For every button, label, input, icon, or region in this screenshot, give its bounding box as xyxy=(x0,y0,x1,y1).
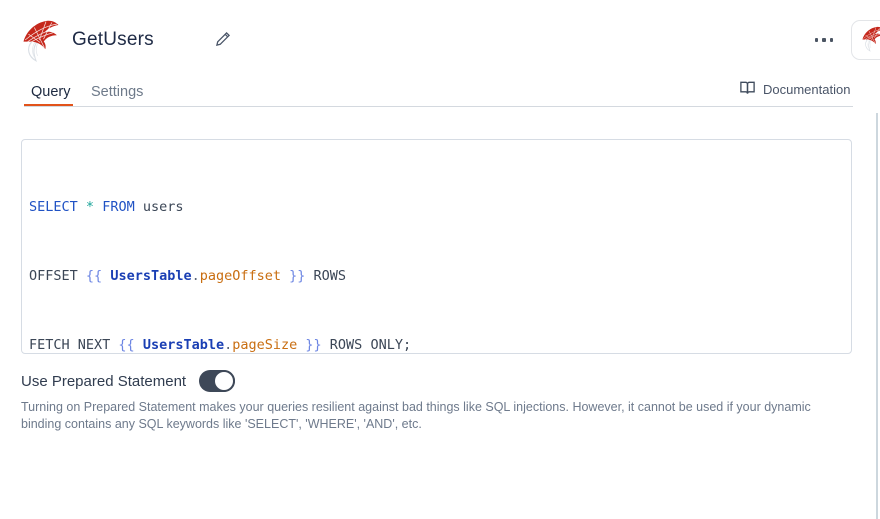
panel-divider[interactable] xyxy=(876,113,878,519)
documentation-label: Documentation xyxy=(763,82,850,97)
code-token: {{ xyxy=(118,337,134,353)
tab-query[interactable]: Query xyxy=(24,77,78,107)
code-token: pageOffset xyxy=(200,268,281,284)
prepared-statement-toggle[interactable] xyxy=(199,370,235,392)
sql-server-icon xyxy=(861,25,880,55)
pencil-icon xyxy=(214,36,232,51)
datasource-button[interactable] xyxy=(851,20,880,60)
toggle-knob xyxy=(213,370,235,392)
prepared-statement-label: Use Prepared Statement xyxy=(21,373,186,390)
code-token: ROWS ONLY; xyxy=(322,337,411,353)
code-token: SELECT xyxy=(29,199,78,215)
code-token: users xyxy=(135,199,184,215)
code-token: }} xyxy=(305,337,321,353)
code-token: UsersTable xyxy=(110,268,191,284)
code-token: FETCH NEXT xyxy=(29,337,118,353)
prepared-statement-row: Use Prepared Statement xyxy=(21,370,235,392)
edit-name-button[interactable] xyxy=(212,29,234,51)
open-book-icon xyxy=(739,80,756,99)
sql-query-editor[interactable]: SELECT * FROM users OFFSET {{ UsersTable… xyxy=(21,139,852,354)
code-line: FETCH NEXT {{ UsersTable.pageSize }} ROW… xyxy=(29,334,844,354)
tab-settings[interactable]: Settings xyxy=(84,77,150,107)
code-token: FROM xyxy=(102,199,135,215)
code-line: SELECT * FROM users xyxy=(29,196,844,219)
documentation-link[interactable]: Documentation xyxy=(739,80,850,99)
code-token: }} xyxy=(289,268,305,284)
code-token: {{ xyxy=(86,268,102,284)
tab-bar-divider xyxy=(24,106,853,107)
code-token: OFFSET xyxy=(29,268,86,284)
more-options-icon xyxy=(815,38,819,42)
code-token: pageSize xyxy=(232,337,297,353)
query-name: GetUsers xyxy=(72,29,154,51)
code-token: ROWS xyxy=(305,268,346,284)
more-options-button[interactable] xyxy=(811,32,837,48)
sql-server-logo xyxy=(21,17,61,63)
prepared-statement-help-text: Turning on Prepared Statement makes your… xyxy=(21,399,823,432)
code-token: UsersTable xyxy=(143,337,224,353)
code-token: * xyxy=(86,199,94,215)
code-line: OFFSET {{ UsersTable.pageOffset }} ROWS xyxy=(29,265,844,288)
